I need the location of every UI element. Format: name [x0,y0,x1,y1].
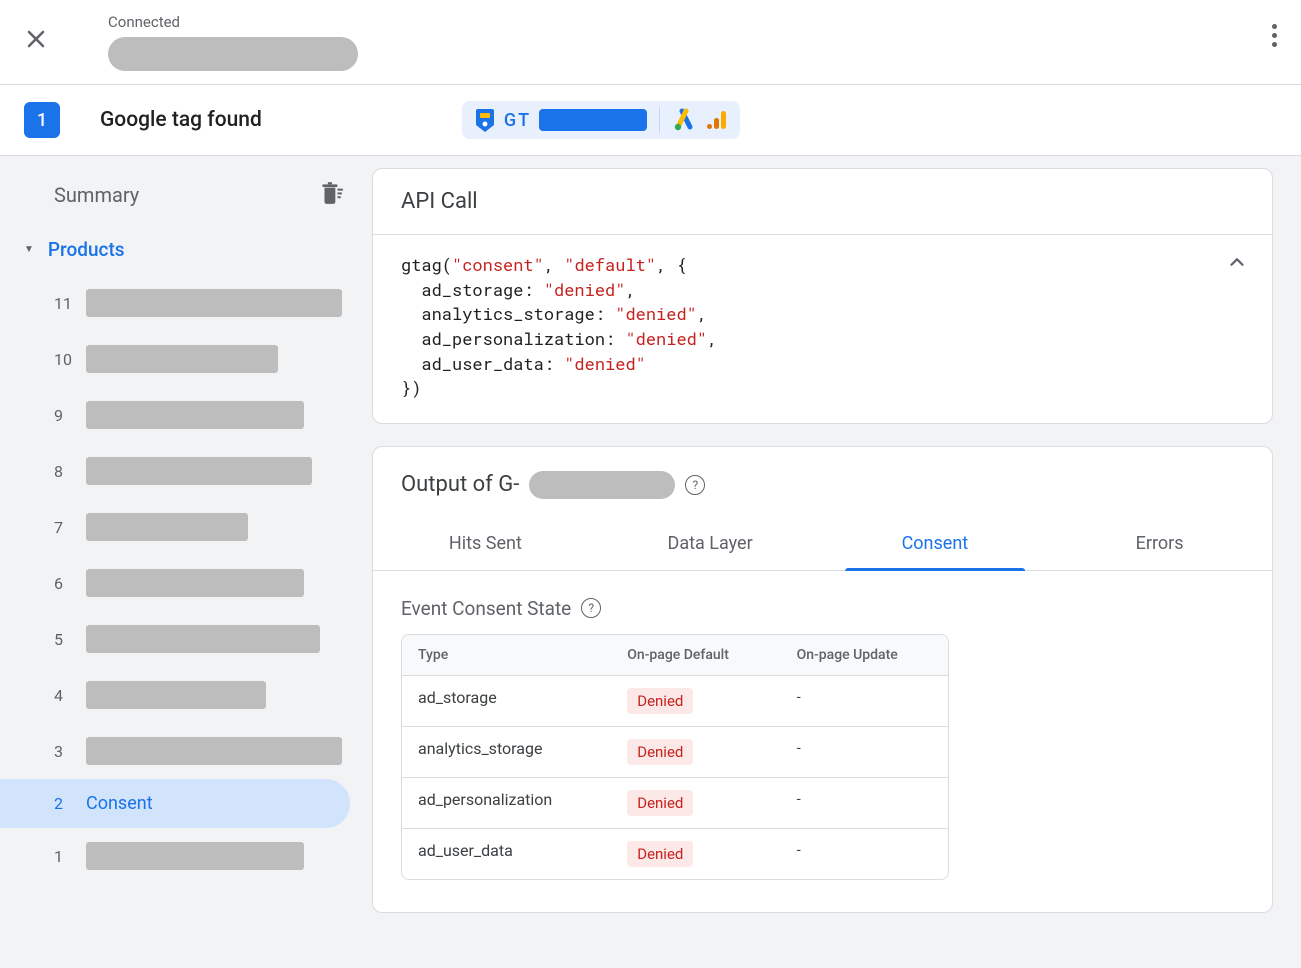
consent-update: - [781,829,948,879]
tab-hits-sent[interactable]: Hits Sent [373,517,598,570]
clear-events-icon[interactable] [318,180,344,210]
redacted-event-label [86,842,304,870]
google-ads-icon [672,108,696,132]
products-section-toggle[interactable]: ▼ Products [0,238,372,275]
summary-link[interactable]: Summary [54,183,139,207]
consent-type: analytics_storage [402,727,611,777]
gt-prefix: GT [504,110,531,131]
col-type: Type [402,635,611,675]
banner-title: Google tag found [100,108,262,132]
help-icon[interactable]: ? [581,598,601,618]
redacted-event-label [86,737,342,765]
api-call-code: gtag("consent", "default", { ad_storage:… [373,235,1272,423]
consent-update: - [781,676,948,726]
consent-default: Denied [611,727,780,777]
tab-errors[interactable]: Errors [1047,517,1272,570]
col-onpage-update: On-page Update [781,635,948,675]
denied-badge: Denied [627,688,693,714]
event-item[interactable]: 3 [0,723,372,779]
event-number: 10 [54,350,74,369]
denied-badge: Denied [627,841,693,867]
google-analytics-icon [704,108,728,132]
event-number: 7 [54,518,74,537]
event-number: 5 [54,630,74,649]
google-tag-chip[interactable]: GT [462,101,740,139]
consent-default: Denied [611,676,780,726]
help-icon[interactable]: ? [685,475,705,495]
denied-badge: Denied [627,739,693,765]
event-consent-state-title: Event Consent State [401,597,571,620]
tab-data-layer[interactable]: Data Layer [598,517,823,570]
event-item[interactable]: 6 [0,555,372,611]
output-card: Output of G- ? Hits SentData LayerConsen… [372,446,1273,913]
event-item[interactable]: 5 [0,611,372,667]
event-number: 8 [54,462,74,481]
redacted-event-label [86,289,342,317]
consent-type: ad_storage [402,676,611,726]
consent-state-table: Type On-page Default On-page Update ad_s… [401,634,949,880]
event-number: 2 [54,794,74,813]
sidebar: Summary ▼ Products 11 10 9 8 7 6 5 4 3 2 Consent 1 [0,156,372,968]
event-number: 1 [54,847,74,866]
api-call-card: API Call gtag("consent", "default", { ad… [372,168,1273,424]
consent-update: - [781,778,948,828]
close-icon[interactable] [24,26,48,58]
redacted-event-label [86,457,312,485]
event-label: Consent [86,793,153,814]
event-item[interactable]: 11 [0,275,372,331]
event-number: 3 [54,742,74,761]
redacted-event-label [86,513,248,541]
col-onpage-default: On-page Default [611,635,780,675]
tag-count-badge: 1 [24,102,60,138]
event-number: 11 [54,294,74,313]
consent-default: Denied [611,778,780,828]
more-menu-icon[interactable] [1272,24,1277,47]
table-row: ad_personalization Denied - [402,778,948,829]
api-call-title: API Call [373,169,1272,235]
redacted-event-label [86,625,320,653]
consent-default: Denied [611,829,780,879]
denied-badge: Denied [627,790,693,816]
header-bar: Connected [0,0,1301,85]
gtag-icon [474,107,496,133]
event-item[interactable]: 9 [0,387,372,443]
table-row: ad_user_data Denied - [402,829,948,879]
output-title-prefix: Output of G- [401,472,519,497]
event-item[interactable]: 1 [0,828,372,884]
redacted-gt-id [539,109,647,131]
redacted-measurement-id [529,471,675,499]
event-item[interactable]: 8 [0,443,372,499]
event-item[interactable]: 2 Consent [0,779,350,828]
event-item[interactable]: 7 [0,499,372,555]
consent-update: - [781,727,948,777]
tag-banner: 1 Google tag found GT [0,85,1301,156]
redacted-event-label [86,401,304,429]
redacted-event-label [86,345,278,373]
consent-type: ad_personalization [402,778,611,828]
redacted-event-label [86,681,266,709]
event-item[interactable]: 4 [0,667,372,723]
consent-type: ad_user_data [402,829,611,879]
redacted-domain [108,37,358,71]
redacted-event-label [86,569,304,597]
collapse-code-icon[interactable] [1226,251,1248,280]
event-number: 6 [54,574,74,593]
table-row: analytics_storage Denied - [402,727,948,778]
tab-consent[interactable]: Consent [823,517,1048,570]
event-number: 9 [54,406,74,425]
chevron-down-icon: ▼ [24,244,34,255]
event-number: 4 [54,686,74,705]
event-item[interactable]: 10 [0,331,372,387]
table-row: ad_storage Denied - [402,676,948,727]
connection-status: Connected [108,13,358,31]
section-title: Products [48,238,125,261]
